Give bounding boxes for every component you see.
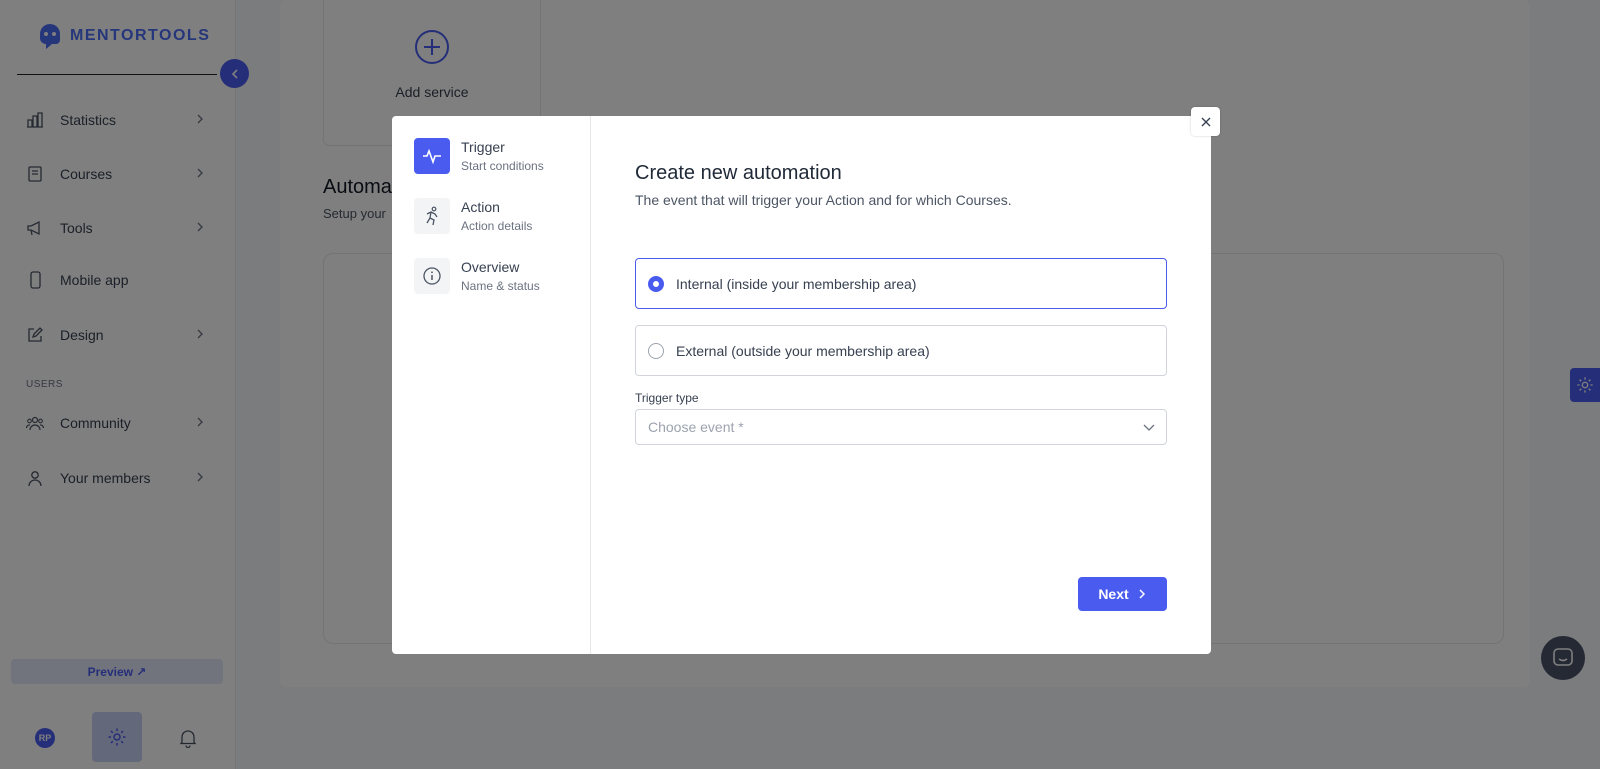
step-subtitle: Start conditions	[461, 159, 544, 173]
trigger-type-select[interactable]: Choose event *	[635, 409, 1167, 445]
next-label: Next	[1098, 586, 1129, 602]
step-title: Action	[461, 199, 500, 215]
step-title: Trigger	[461, 139, 505, 155]
next-button[interactable]: Next	[1078, 577, 1167, 611]
step-subtitle: Name & status	[461, 279, 540, 293]
activity-icon	[423, 148, 441, 165]
select-placeholder: Choose event *	[648, 419, 744, 435]
option-label: External (outside your membership area)	[676, 342, 930, 359]
modal-title: Create new automation	[635, 162, 842, 184]
option-label: Internal (inside your membership area)	[676, 275, 917, 292]
option-internal[interactable]: Internal (inside your membership area)	[635, 258, 1167, 309]
step-trigger[interactable]: Trigger Start conditions	[414, 138, 584, 178]
step-action[interactable]: Action Action details	[414, 198, 584, 238]
wizard-steps: Trigger Start conditions Action Action d…	[392, 116, 591, 654]
create-automation-modal: Trigger Start conditions Action Action d…	[392, 116, 1211, 654]
step-icon-box	[414, 138, 450, 174]
radio-button-selected[interactable]	[648, 275, 664, 292]
chevron-right-icon	[1139, 589, 1145, 599]
running-icon	[426, 206, 438, 226]
modal-body: Create new automation The event that wil…	[635, 116, 1175, 654]
step-icon-box	[414, 198, 450, 234]
close-icon	[1201, 117, 1210, 126]
step-title: Overview	[461, 259, 520, 275]
step-subtitle: Action details	[461, 219, 533, 233]
radio-button[interactable]	[648, 342, 664, 359]
step-overview[interactable]: Overview Name & status	[414, 258, 584, 298]
close-modal-button[interactable]	[1191, 107, 1220, 136]
option-external[interactable]: External (outside your membership area)	[635, 325, 1167, 376]
chevron-down-icon	[1143, 424, 1155, 431]
modal-subtitle: The event that will trigger your Action …	[635, 192, 1012, 208]
step-icon-box	[414, 258, 450, 294]
info-icon	[423, 267, 441, 285]
trigger-type-label: Trigger type	[635, 391, 699, 405]
